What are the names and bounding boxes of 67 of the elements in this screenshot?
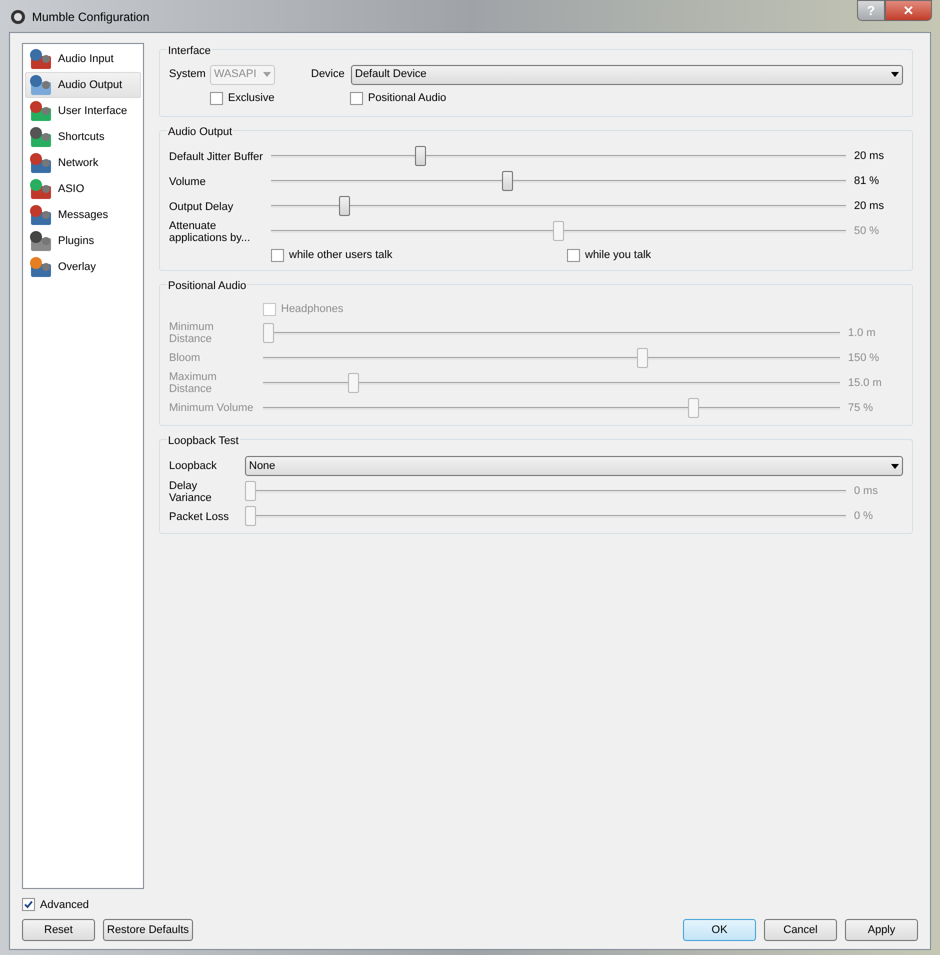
dialog-button[interactable]: Apply bbox=[845, 919, 918, 941]
category-item[interactable]: Audio Output bbox=[25, 72, 141, 98]
checkbox-label: Advanced bbox=[40, 898, 89, 912]
clipart-icon bbox=[28, 255, 54, 279]
dropdown[interactable]: Default Device bbox=[351, 64, 903, 84]
category-item[interactable]: Overlay bbox=[25, 254, 141, 280]
slider-thumb[interactable] bbox=[414, 146, 426, 166]
category-item[interactable]: Messages bbox=[25, 202, 141, 228]
clipart-icon bbox=[28, 73, 54, 97]
checkbox[interactable] bbox=[22, 898, 35, 912]
checkbox[interactable] bbox=[350, 92, 363, 105]
slider-value: 81 % bbox=[853, 174, 880, 190]
slider-thumb[interactable] bbox=[338, 196, 350, 216]
slider-value: 15.0 m bbox=[847, 376, 883, 391]
category-item[interactable]: Shortcuts bbox=[25, 124, 141, 150]
category-item[interactable]: User Interface bbox=[25, 98, 141, 124]
checkbox[interactable] bbox=[567, 248, 580, 262]
close-button[interactable]: ✕ bbox=[885, 0, 932, 21]
slider-label: Minimum Distance bbox=[169, 321, 215, 345]
slider-value: 75 % bbox=[847, 400, 874, 416]
slider-label: Default Jitter Buffer bbox=[169, 150, 264, 162]
dialog-button[interactable]: OK bbox=[683, 919, 756, 941]
checkbox-label: while other users talk bbox=[289, 248, 392, 263]
slider-label: Bloom bbox=[169, 352, 202, 364]
slider-value: 50 % bbox=[853, 224, 880, 240]
slider-label: Maximum Distance bbox=[169, 371, 218, 395]
slider-label: Output Delay bbox=[169, 200, 234, 212]
clipart-icon bbox=[28, 229, 54, 253]
loopback-label: Loopback bbox=[169, 458, 218, 474]
slider-value: 20 ms bbox=[853, 199, 885, 214]
clipart-icon bbox=[28, 47, 54, 71]
category-item[interactable]: Network bbox=[25, 150, 141, 176]
checkbox-label: Positional Audio bbox=[368, 91, 446, 106]
window-title: Mumble Configuration bbox=[32, 9, 150, 26]
clipart-icon bbox=[28, 99, 54, 123]
checkbox-label: while you talk bbox=[585, 248, 652, 263]
category-item[interactable]: Audio Input bbox=[25, 46, 141, 72]
slider-thumb[interactable] bbox=[502, 171, 514, 191]
caret-icon bbox=[263, 72, 271, 77]
dialog-button[interactable]: Reset bbox=[22, 919, 95, 941]
device-label: Device bbox=[311, 67, 346, 82]
clipart-icon bbox=[28, 203, 54, 227]
dialog-button[interactable]: Restore Defaults bbox=[103, 919, 193, 941]
category-item[interactable]: Plugins bbox=[25, 228, 141, 254]
slider-value: 20 ms bbox=[853, 149, 885, 164]
system-label: System bbox=[169, 67, 207, 82]
caret-icon bbox=[891, 464, 899, 468]
slider-value: 0 ms bbox=[853, 484, 879, 500]
checkbox-label: Exclusive bbox=[228, 91, 274, 106]
checkbox[interactable] bbox=[271, 248, 284, 262]
dropdown[interactable]: None bbox=[245, 456, 903, 476]
clipart-icon bbox=[28, 177, 54, 201]
slider-label: Packet Loss bbox=[169, 510, 230, 522]
caret-icon bbox=[891, 72, 899, 77]
checkbox[interactable] bbox=[210, 92, 223, 105]
slider-value: 150 % bbox=[847, 350, 880, 366]
slider-label: Minimum Volume bbox=[169, 402, 254, 414]
slider-label: Delay Variance bbox=[169, 480, 213, 504]
slider-label: Attenuate applications by... bbox=[169, 220, 252, 244]
clipart-icon bbox=[28, 151, 54, 175]
slider-value: 1.0 m bbox=[847, 326, 877, 341]
dialog-button[interactable]: Cancel bbox=[764, 919, 837, 941]
category-item[interactable]: ASIO bbox=[25, 176, 141, 202]
slider-value: 0 % bbox=[853, 509, 874, 524]
checkbox-label: Headphones bbox=[281, 302, 344, 318]
clipart-icon bbox=[28, 125, 54, 149]
slider-label: Volume bbox=[169, 176, 207, 188]
